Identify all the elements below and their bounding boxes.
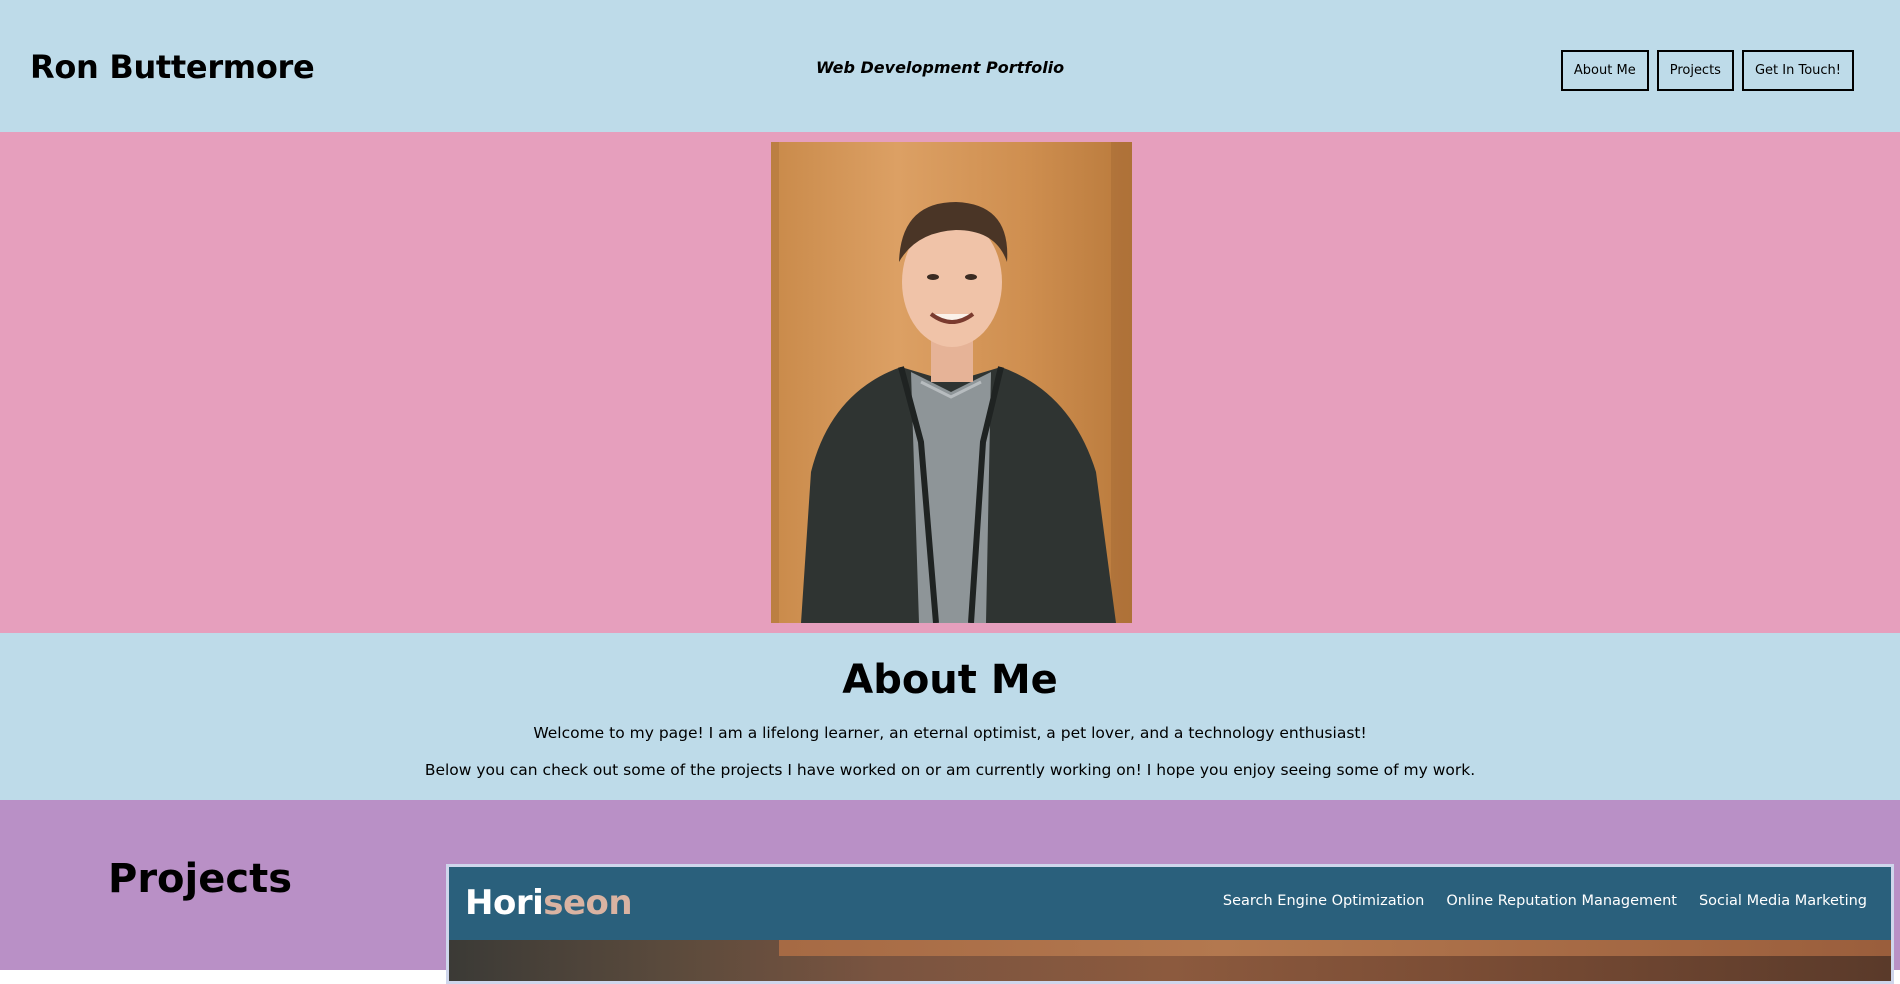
site-tagline: Web Development Portfolio: [816, 58, 1065, 77]
logo-main-text: Hori: [465, 883, 544, 923]
project-screenshot-hero-image: [449, 940, 1891, 981]
project-screenshot-header: Horiseon Search Engine Optimization Onli…: [449, 867, 1891, 940]
about-paragraph-2: Below you can check out some of the proj…: [424, 761, 1476, 779]
portrait-photo: [771, 142, 1132, 623]
about-section: About Me Welcome to my page! I am a life…: [0, 633, 1900, 800]
logo-accent-text: seon: [543, 883, 633, 923]
nav-about-me-button[interactable]: About Me: [1560, 50, 1649, 91]
hero-section: [0, 132, 1900, 633]
main-nav: About Me Projects Get In Touch!: [1560, 50, 1854, 91]
project-screenshot-nav: Search Engine Optimization Online Reputa…: [1223, 893, 1867, 909]
projects-heading: Projects: [108, 856, 293, 902]
nav-get-in-touch-button[interactable]: Get In Touch!: [1741, 50, 1854, 91]
about-paragraph-1: Welcome to my page! I am a lifelong lear…: [533, 724, 1367, 742]
nav-projects-button[interactable]: Projects: [1656, 50, 1734, 91]
nav-orm-link[interactable]: Online Reputation Management: [1446, 893, 1677, 909]
nav-smm-link[interactable]: Social Media Marketing: [1699, 893, 1867, 909]
about-heading: About Me: [842, 657, 1058, 703]
projects-section: Projects Horiseon Search Engine Optimiza…: [0, 800, 1900, 984]
horiseon-logo: Horiseon: [465, 883, 633, 923]
site-header: Ron Buttermore Web Development Portfolio…: [0, 0, 1900, 132]
nav-seo-link[interactable]: Search Engine Optimization: [1223, 893, 1425, 909]
project-card-horiseon[interactable]: Horiseon Search Engine Optimization Onli…: [446, 864, 1894, 984]
site-title: Ron Buttermore: [30, 48, 315, 86]
